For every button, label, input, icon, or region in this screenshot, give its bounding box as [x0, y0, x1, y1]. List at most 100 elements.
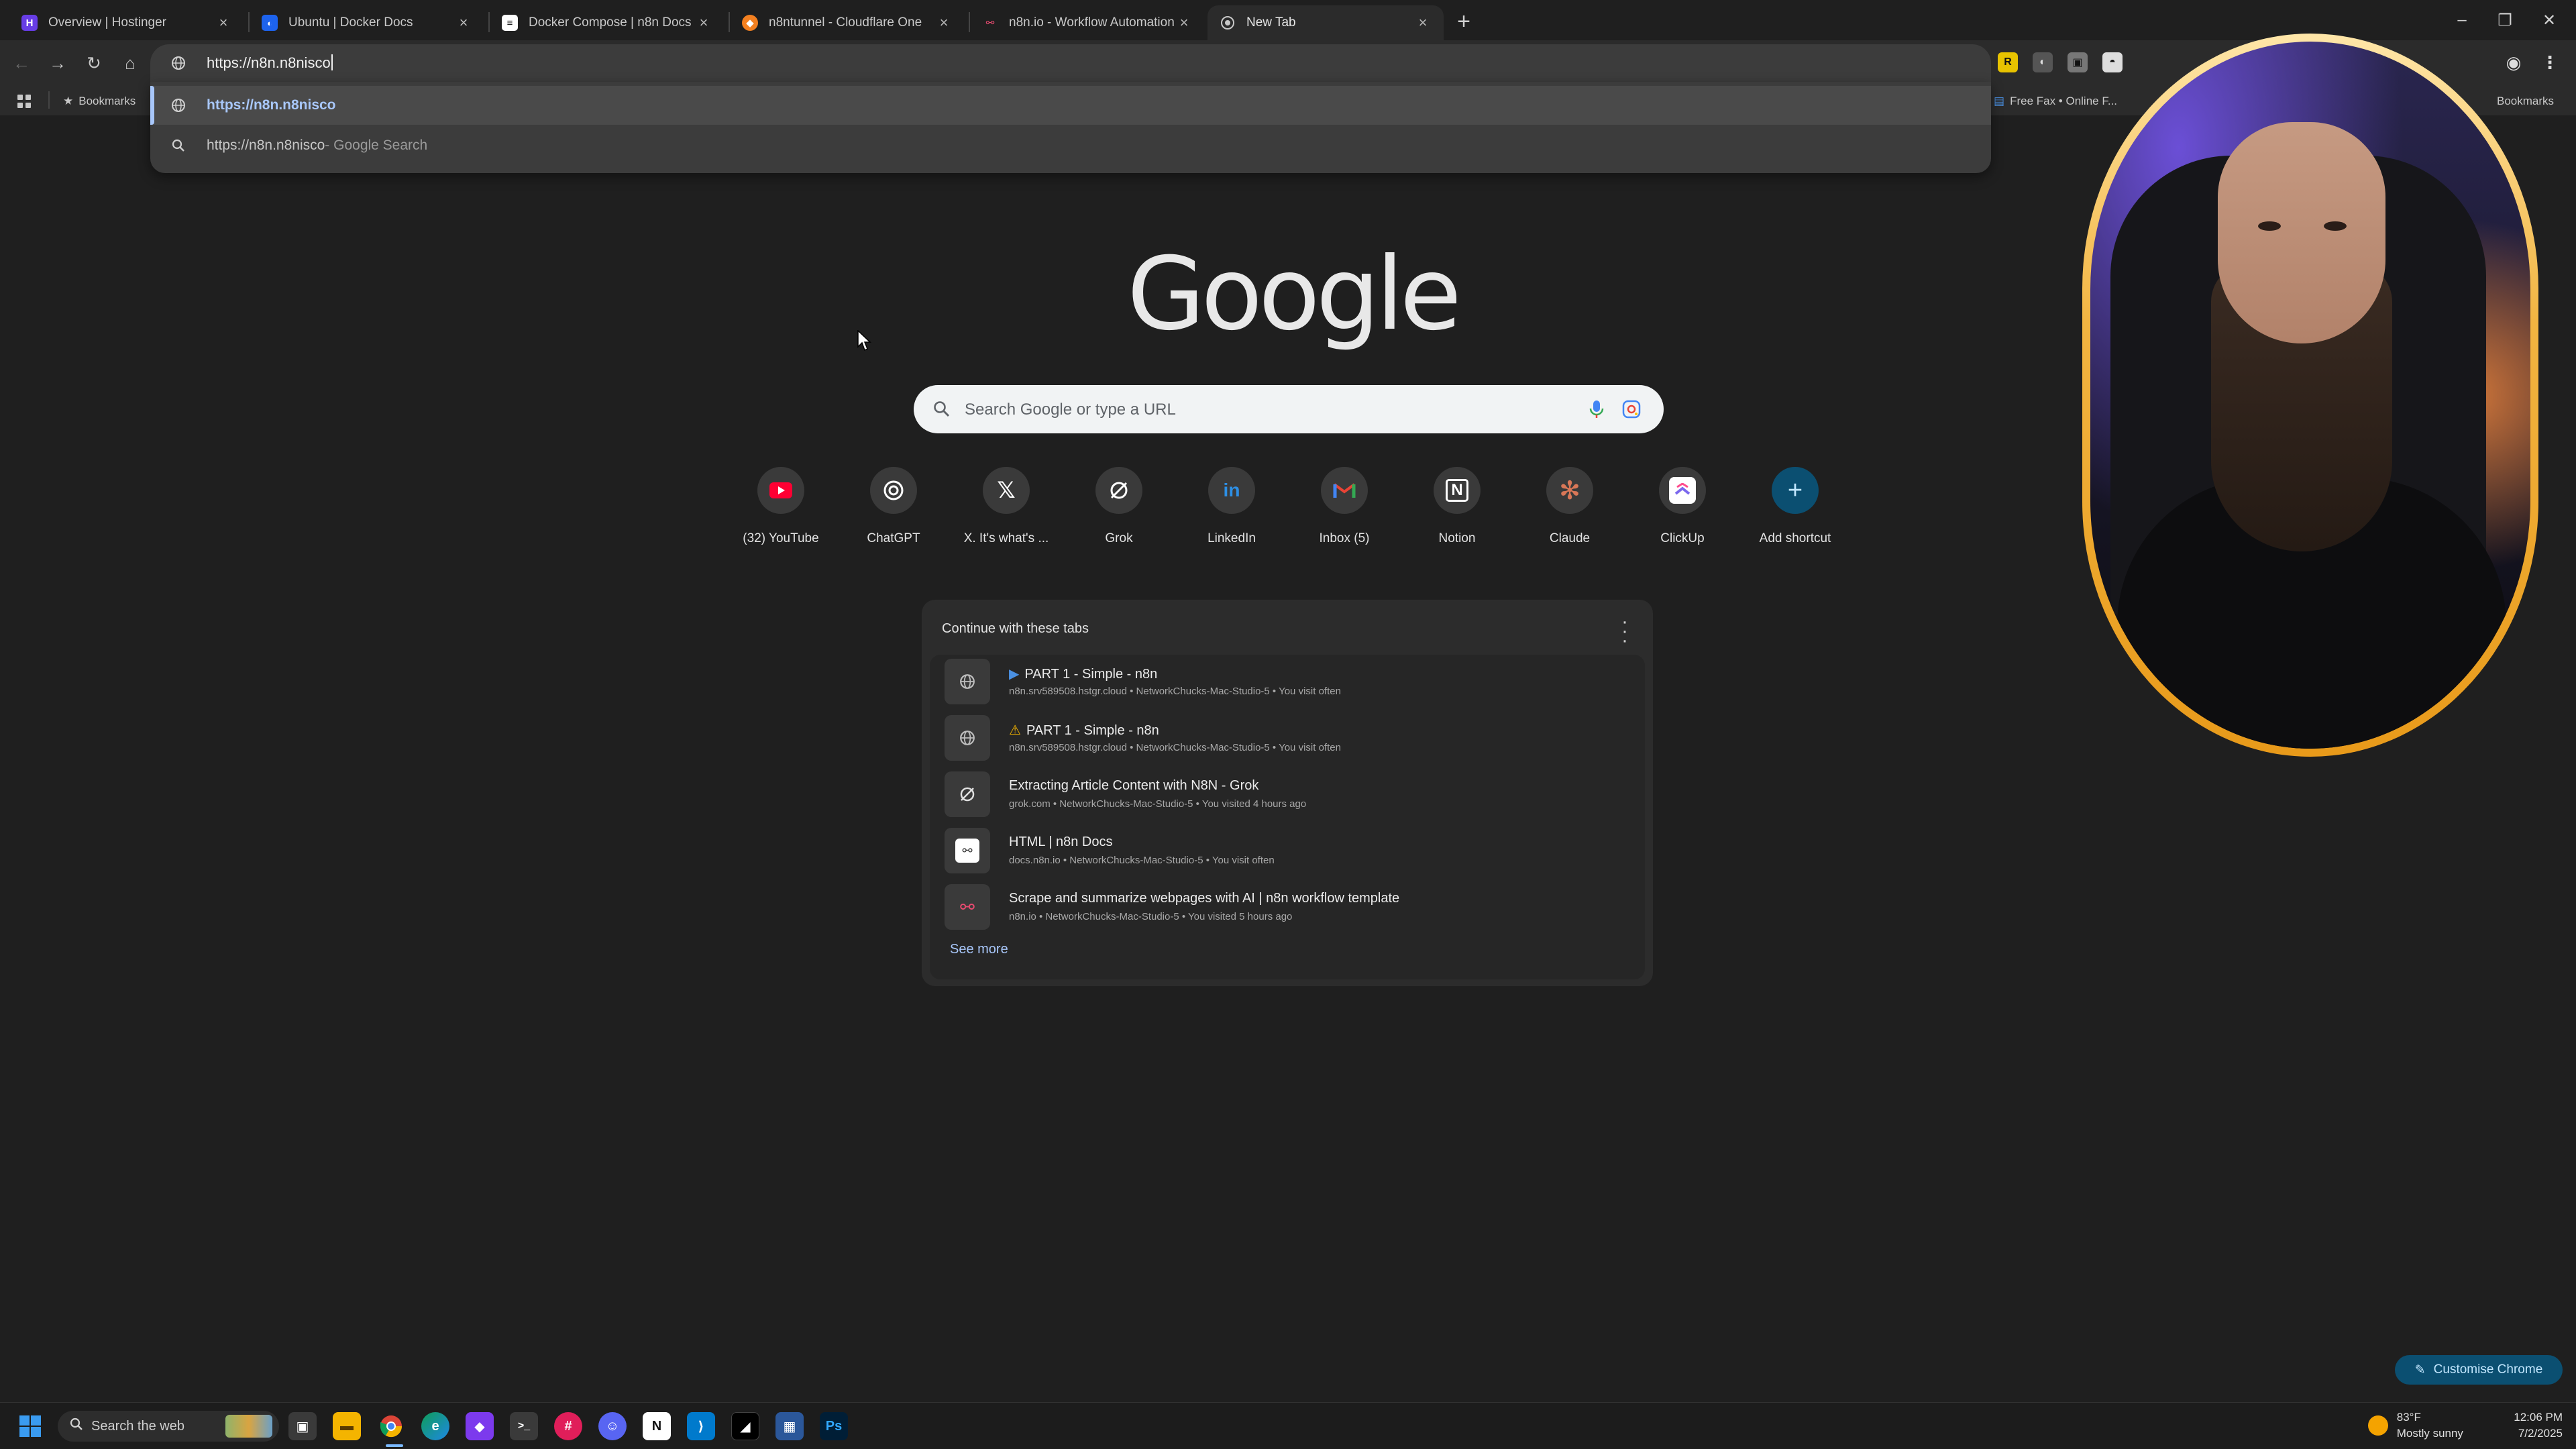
suggestion-text: https://n8n.n8nisco: [207, 138, 325, 153]
tab-hostinger[interactable]: H Overview | Hostinger ×: [9, 5, 244, 40]
home-button[interactable]: ⌂: [117, 50, 144, 76]
slack-icon[interactable]: #: [554, 1412, 582, 1440]
shortcut-add[interactable]: + Add shortcut: [1739, 467, 1851, 554]
shortcut-youtube[interactable]: (32) YouTube: [724, 467, 837, 554]
new-tab-button[interactable]: +: [1450, 8, 1477, 35]
google-logo: Google: [1127, 236, 1462, 353]
shortcut-chatgpt[interactable]: ChatGPT: [837, 467, 950, 554]
omnibox-input[interactable]: https://n8n.n8nisco: [207, 54, 333, 72]
vscode-icon[interactable]: ⟩: [687, 1412, 715, 1440]
plus-icon: +: [1772, 467, 1819, 514]
close-window-button[interactable]: ✕: [2529, 5, 2569, 35]
suggestion-text: https://n8n.n8nisco: [207, 97, 336, 113]
close-icon[interactable]: ×: [1414, 14, 1432, 32]
person-eye: [2258, 221, 2281, 231]
card-title: Continue with these tabs: [942, 621, 1089, 636]
item-title-text: PART 1 - Simple - n8n: [1026, 723, 1159, 738]
active-app-indicator: [386, 1444, 403, 1447]
app-icon[interactable]: ◢: [731, 1412, 759, 1440]
close-icon[interactable]: ×: [1175, 14, 1193, 32]
tab-label: Overview | Hostinger: [48, 15, 166, 30]
hostinger-icon: H: [21, 15, 38, 31]
suggestion-search[interactable]: https://n8n.n8nisco - Google Search: [150, 126, 1991, 165]
close-icon[interactable]: ×: [695, 14, 712, 32]
microphone-icon[interactable]: [1586, 398, 1607, 420]
shortcut-label: Add shortcut: [1759, 531, 1831, 545]
tab-docker-ubuntu[interactable]: ◐ Ubuntu | Docker Docs ×: [250, 5, 484, 40]
back-button[interactable]: ←: [8, 50, 35, 76]
omnibox[interactable]: https://n8n.n8nisco: [150, 44, 1991, 82]
warning-badge-icon: ⚠: [1009, 723, 1021, 738]
clock-time: 12:06 PM: [2514, 1411, 2563, 1424]
extension-icon[interactable]: ◐: [2033, 52, 2053, 72]
shortcut-label: X. It's what's ...: [963, 531, 1049, 545]
ntp-search-box[interactable]: Search Google or type a URL: [914, 385, 1664, 433]
app-grid-icon[interactable]: ▦: [775, 1412, 804, 1440]
tab-cloudflare[interactable]: ◆ n8ntunnel - Cloudflare One ×: [730, 5, 965, 40]
notion-icon[interactable]: N: [643, 1412, 671, 1440]
shortcut-x[interactable]: 𝕏 X. It's what's ...: [950, 467, 1063, 554]
extension-r-icon[interactable]: R: [1998, 52, 2018, 72]
reload-button[interactable]: ↻: [80, 50, 107, 76]
edge-icon[interactable]: e: [421, 1412, 449, 1440]
shortcut-notion[interactable]: N Notion: [1401, 467, 1513, 554]
grok-icon: [1095, 467, 1142, 514]
search-icon: [169, 136, 188, 155]
system-clock[interactable]: 12:06 PM 7/2/2025: [2501, 1409, 2563, 1442]
apps-grid-icon[interactable]: [16, 91, 32, 111]
discord-icon[interactable]: ☺: [598, 1412, 627, 1440]
forward-button[interactable]: →: [44, 50, 71, 76]
chrome-icon[interactable]: [377, 1412, 405, 1440]
restore-button[interactable]: ❐: [2485, 5, 2525, 35]
taskbar-search[interactable]: Search the web: [58, 1411, 279, 1442]
suggestion-url[interactable]: https://n8n.n8nisco: [150, 86, 1991, 125]
list-item[interactable]: ⚯ Scrape and summarize webpages with AI …: [936, 880, 1638, 934]
item-title: ⚠ PART 1 - Simple - n8n: [1009, 722, 1159, 739]
tab-docker-compose[interactable]: ≡ Docker Compose | n8n Docs ×: [490, 5, 724, 40]
list-item[interactable]: Extracting Article Content with N8N - Gr…: [936, 767, 1638, 821]
profile-icon[interactable]: ◉: [2504, 52, 2524, 72]
weather-widget[interactable]: 83°F Mostly sunny: [2368, 1409, 2463, 1442]
close-icon[interactable]: ×: [215, 14, 232, 32]
tab-n8n[interactable]: ⚯ n8n.io - Workflow Automation ×: [970, 5, 1205, 40]
more-options-icon[interactable]: · · ·: [1618, 612, 1631, 651]
customise-chrome-button[interactable]: ✎ Customise Chrome: [2395, 1355, 2563, 1385]
file-explorer-icon[interactable]: ▬: [333, 1412, 361, 1440]
list-item[interactable]: ⚠ PART 1 - Simple - n8n n8n.srv589508.hst…: [936, 711, 1638, 765]
cloudflare-icon: ◆: [742, 15, 758, 31]
photoshop-icon[interactable]: Ps: [820, 1412, 848, 1440]
shortcut-claude[interactable]: ✻ Claude: [1513, 467, 1626, 554]
shortcut-linkedin[interactable]: in LinkedIn: [1175, 467, 1288, 554]
task-view-icon[interactable]: ▣: [288, 1412, 317, 1440]
item-subtitle: n8n.io • NetworkChucks-Mac-Studio-5 • Yo…: [1009, 911, 1293, 922]
item-title: ▶ PART 1 - Simple - n8n: [1009, 665, 1157, 682]
see-more-link[interactable]: See more: [950, 942, 1008, 957]
windows-start-icon[interactable]: [16, 1412, 44, 1440]
list-item[interactable]: ⚯ HTML | n8n Docs docs.n8n.io • NetworkC…: [936, 824, 1638, 877]
star-icon: ★: [63, 95, 74, 107]
shortcut-grok[interactable]: Grok: [1063, 467, 1175, 554]
bookmark-free-fax[interactable]: ▤ Free Fax • Online F...: [1994, 91, 2117, 111]
obsidian-icon[interactable]: ◆: [466, 1412, 494, 1440]
bookmark-label: Free Fax • Online F...: [2010, 95, 2118, 107]
close-icon[interactable]: ×: [455, 14, 472, 32]
customise-label: Customise Chrome: [2433, 1362, 2543, 1377]
mouse-cursor-icon: [857, 330, 871, 352]
shortcut-clickup[interactable]: ClickUp: [1626, 467, 1739, 554]
bookmarks-folder[interactable]: ★ Bookmarks: [63, 91, 136, 111]
webcam-video: [2090, 42, 2530, 749]
tab-new-tab[interactable]: New Tab ×: [1208, 5, 1444, 40]
close-icon[interactable]: ×: [935, 14, 953, 32]
shortcut-gmail[interactable]: Inbox (5): [1288, 467, 1401, 554]
google-lens-icon[interactable]: [1621, 398, 1642, 420]
item-subtitle: grok.com • NetworkChucks-Mac-Studio-5 • …: [1009, 798, 1307, 810]
minimize-button[interactable]: –: [2442, 5, 2482, 35]
extension-icon[interactable]: ▣: [2068, 52, 2088, 72]
terminal-icon[interactable]: >_: [510, 1412, 538, 1440]
shortcut-label: ChatGPT: [867, 531, 920, 545]
all-bookmarks[interactable]: Bookmarks: [2497, 91, 2554, 111]
tab-label: n8ntunnel - Cloudflare One: [769, 15, 922, 30]
menu-kebab-icon[interactable]: ⋮: [2540, 52, 2560, 72]
extension-icon[interactable]: ◓: [2102, 52, 2123, 72]
list-item[interactable]: ▶ PART 1 - Simple - n8n n8n.srv589508.hst…: [936, 655, 1638, 708]
